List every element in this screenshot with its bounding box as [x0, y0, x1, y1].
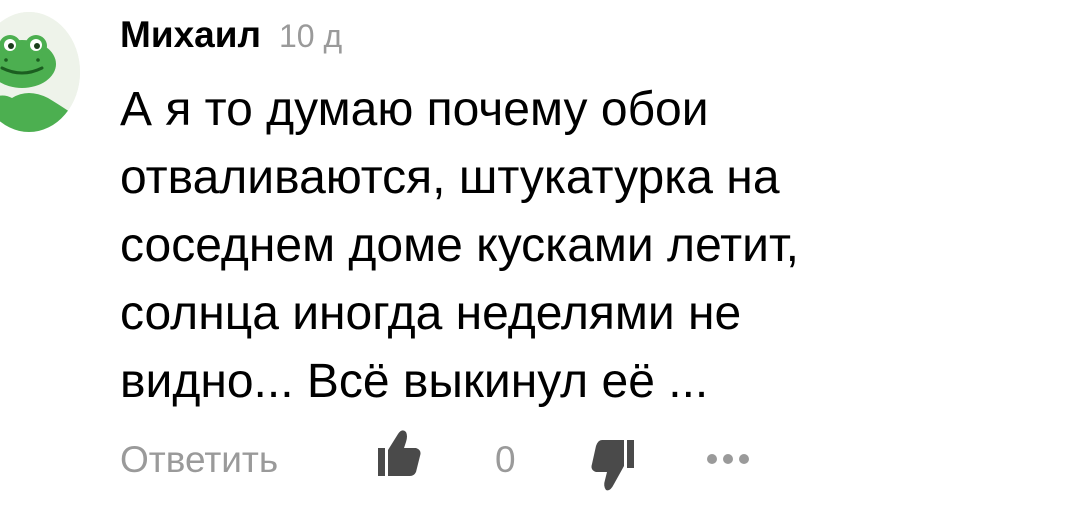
like-button[interactable] [378, 428, 422, 478]
thumbs-up-icon [378, 430, 421, 476]
comment-text-line: видно... Всё выкинул её ... [120, 355, 709, 408]
comment-text-line: А я то думаю почему обои [120, 83, 709, 136]
comment-actions: Ответить 0 [120, 428, 820, 492]
author-name[interactable]: Михаил [120, 10, 261, 60]
like-count: 0 [495, 439, 516, 480]
more-button[interactable] [702, 444, 762, 474]
comment-text-line: соседнем доме кусками летит, [120, 219, 799, 272]
comment-text-line: солнца иногда неделями не [120, 287, 742, 340]
thumbs-down-icon [591, 440, 634, 491]
avatar[interactable] [0, 12, 80, 132]
comment-text-line: отваливаются, штукатурка на [120, 151, 780, 204]
frog-avatar-icon [0, 12, 80, 132]
comment-text: А я то думаю почему обои отваливаются, ш… [120, 76, 1060, 416]
reply-button[interactable]: Ответить [120, 436, 278, 484]
comment-header: Михаил 10 д [120, 10, 342, 60]
comment-item: Михаил 10 д А я то думаю почему обои отв… [0, 0, 1076, 514]
more-dots-icon [707, 454, 749, 464]
comment-timestamp: 10 д [278, 18, 343, 54]
dislike-button[interactable] [590, 440, 634, 498]
